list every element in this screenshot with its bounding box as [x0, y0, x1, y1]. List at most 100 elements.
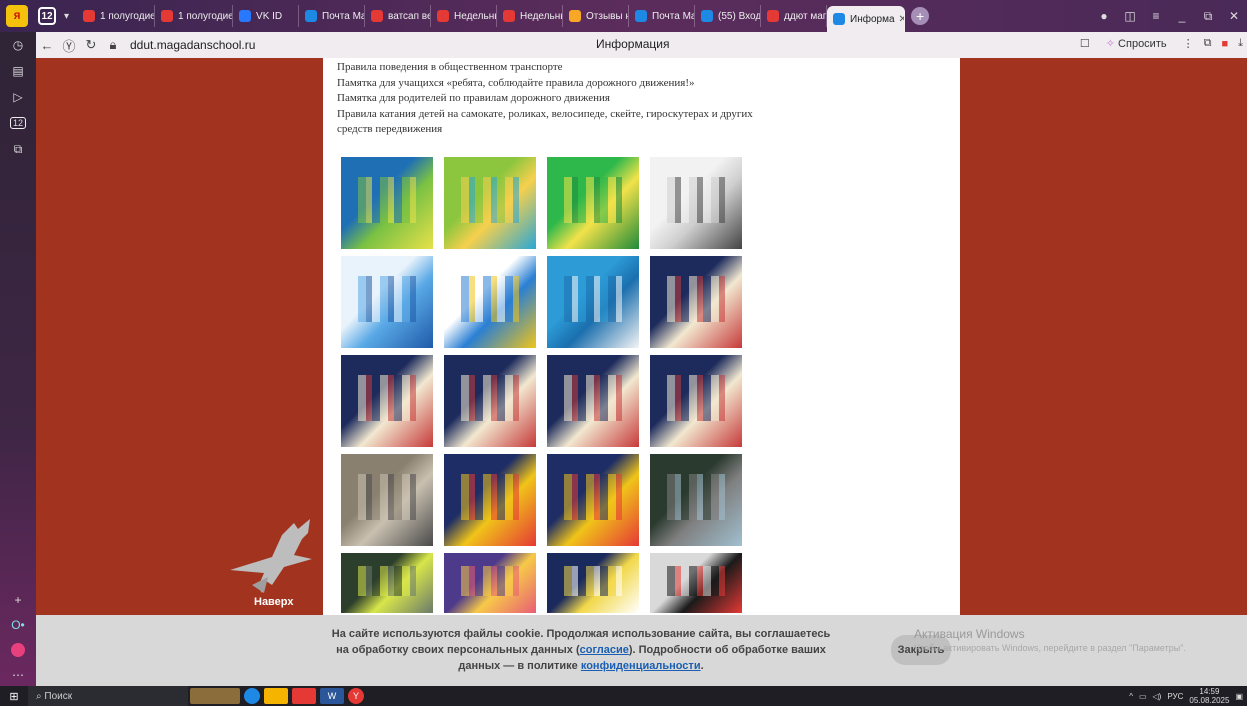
browser-tab[interactable]: Почта Mail [629, 5, 696, 27]
yandex-taskbar-icon[interactable]: Y [348, 688, 364, 704]
word-icon[interactable]: W [320, 688, 344, 704]
alice-icon[interactable]: O• [0, 612, 36, 638]
gallery-image-class-photo[interactable] [650, 454, 742, 546]
yandex-logo-icon: Я [6, 5, 28, 27]
tab-favicon-icon [83, 10, 96, 22]
privacy-policy-link[interactable]: конфиденциальности [581, 660, 701, 672]
yandex-browser-button[interactable]: Я [0, 0, 34, 32]
clock[interactable]: 14:59 05.08.2025 [1189, 687, 1229, 705]
gallery-image-poster-cartoon[interactable] [444, 553, 536, 613]
widgets-icon[interactable] [190, 688, 240, 704]
tab-favicon-icon [161, 10, 174, 22]
history-icon[interactable]: ◷ [0, 32, 36, 58]
gallery-image-poster-ride-rules[interactable] [547, 256, 639, 348]
gallery-image-display-board[interactable] [444, 355, 536, 447]
browser-tab[interactable]: (55) Входящ [695, 5, 762, 27]
close-window-button[interactable]: ✕ [1221, 9, 1247, 23]
browser-tab[interactable]: 1 полугодие [155, 5, 234, 27]
taskbar-search[interactable]: ⌕ Поиск [28, 686, 188, 706]
link-riding-rules[interactable]: Правила катания детей на самокате, ролик… [337, 107, 757, 138]
url-field[interactable]: ddut.magadanschool.ru [130, 38, 255, 52]
thumbnail-detail [357, 276, 417, 323]
browser-tab-active[interactable]: Информа✕ [827, 6, 906, 32]
tray-chevron-icon[interactable]: ^ [1129, 692, 1133, 701]
more-icon[interactable]: ⋯ [0, 662, 36, 688]
profile-icon[interactable]: ● [1091, 9, 1117, 23]
gallery-image-display-board[interactable] [650, 256, 742, 348]
link-parent-memo[interactable]: Памятка для родителей по правилам дорожн… [337, 91, 757, 107]
extension-icon[interactable]: ■ [1221, 38, 1228, 50]
back-button[interactable]: ← [36, 38, 58, 53]
gallery-image-photo-vests[interactable] [341, 553, 433, 613]
browser-tab[interactable]: 1 полугодие [77, 5, 156, 27]
gallery-image-traffic-light-board[interactable] [444, 454, 536, 546]
start-button[interactable]: ⊞ [0, 690, 28, 703]
close-tab-icon[interactable]: ✕ [899, 14, 905, 25]
reload-button[interactable]: ↻ [80, 37, 102, 53]
network-icon[interactable]: ▭ [1139, 692, 1147, 701]
volume-icon[interactable]: ◁) [1153, 692, 1162, 701]
thumbnail-detail [460, 375, 520, 422]
media-icon[interactable]: ⧉ [0, 136, 36, 162]
thumbnail-detail [563, 276, 623, 323]
tab-counter[interactable]: 12 [38, 7, 56, 25]
tab-favicon-icon [635, 10, 648, 22]
link-student-memo[interactable]: Памятка для учащихся «ребята, соблюдайте… [337, 76, 757, 92]
bookmark-icon[interactable]: ☐ [1080, 37, 1090, 50]
more-options-icon[interactable]: ⋮ [1183, 37, 1194, 50]
tab-favicon-icon [437, 10, 450, 22]
browser-tab[interactable]: Недельный [497, 5, 564, 27]
browser-tab[interactable]: ддют магад [761, 5, 828, 27]
language-indicator[interactable]: РУС [1167, 692, 1183, 701]
address-bar-actions: ☐ ✧ Спросить ⋮ ⧉ ■ ⤓ [1080, 35, 1243, 52]
reader-mode-icon[interactable]: ⧉ [1204, 37, 1212, 50]
gallery-image-poster-kids-road[interactable] [444, 157, 536, 249]
thumbnail-detail [666, 566, 726, 597]
messenger-icon[interactable] [0, 637, 36, 663]
browser-tab[interactable]: Недельный [431, 5, 498, 27]
browser-tab[interactable]: Отзывы на [563, 5, 630, 27]
gallery-image-poster-backpacks[interactable] [650, 553, 742, 613]
media-player-icon[interactable] [292, 688, 316, 704]
gallery-image-poster-traffic[interactable] [341, 157, 433, 249]
explorer-icon[interactable] [264, 688, 288, 704]
minimize-button[interactable]: _ [1169, 9, 1195, 23]
browser-tab[interactable]: Почта Mail [299, 5, 366, 27]
gallery-image-traffic-light-board[interactable] [547, 454, 639, 546]
gallery-image-poster-roller-rules[interactable] [547, 157, 639, 249]
browser-tab[interactable]: ватсап веб [365, 5, 432, 27]
scroll-to-top-label[interactable]: Наверх [254, 596, 294, 608]
thumbnail-detail [563, 177, 623, 224]
notes-icon[interactable]: ▤ [0, 58, 36, 84]
notifications-icon[interactable]: ▣ [1235, 692, 1243, 701]
ask-button[interactable]: ✧ Спросить [1100, 35, 1173, 52]
collections-icon[interactable]: ◫ [1117, 9, 1143, 23]
restore-button[interactable]: ⧉ [1195, 9, 1221, 24]
link-transport-rules[interactable]: Правила поведения в общественном транспо… [337, 60, 757, 76]
gallery-image-poster-night-road[interactable] [547, 553, 639, 613]
gallery-image-display-board[interactable] [650, 355, 742, 447]
gallery-image-poster-bicycle-steps[interactable] [444, 256, 536, 348]
gallery-image-display-board[interactable] [341, 355, 433, 447]
play-icon[interactable]: ▷ [0, 84, 36, 110]
consent-link[interactable]: согласие [580, 644, 629, 656]
gallery-image-poster-scooter[interactable] [341, 256, 433, 348]
gallery-image-document-page[interactable] [650, 157, 742, 249]
tab-strip: 1 полугодие1 полугодиеVK IDПочта Mailват… [77, 0, 906, 32]
thumbnail-detail [357, 177, 417, 224]
add-panel-icon[interactable]: + [0, 587, 36, 613]
tabs-panel-icon[interactable]: 12 [0, 110, 36, 136]
browser-tab-bar: Я 12 ▾ 1 полугодие 1 полугодие VK ID Почта … [0, 0, 1247, 32]
download-icon[interactable]: ⤓ [1238, 37, 1243, 50]
new-tab-button[interactable]: + [911, 7, 930, 25]
gallery-image-hall-photo[interactable] [341, 454, 433, 546]
browser-tab[interactable]: VK ID [233, 5, 300, 27]
tab-favicon-icon [503, 10, 516, 22]
thumbnail-detail [666, 276, 726, 323]
menu-icon[interactable]: ≡ [1143, 9, 1169, 23]
window-controls: ● ◫ ≡ _ ⧉ ✕ [1091, 0, 1247, 32]
yandex-button[interactable]: Ⓨ [58, 36, 80, 55]
edge-icon[interactable] [244, 688, 260, 704]
gallery-image-display-board[interactable] [547, 355, 639, 447]
chevron-down-icon[interactable]: ▾ [64, 11, 69, 22]
